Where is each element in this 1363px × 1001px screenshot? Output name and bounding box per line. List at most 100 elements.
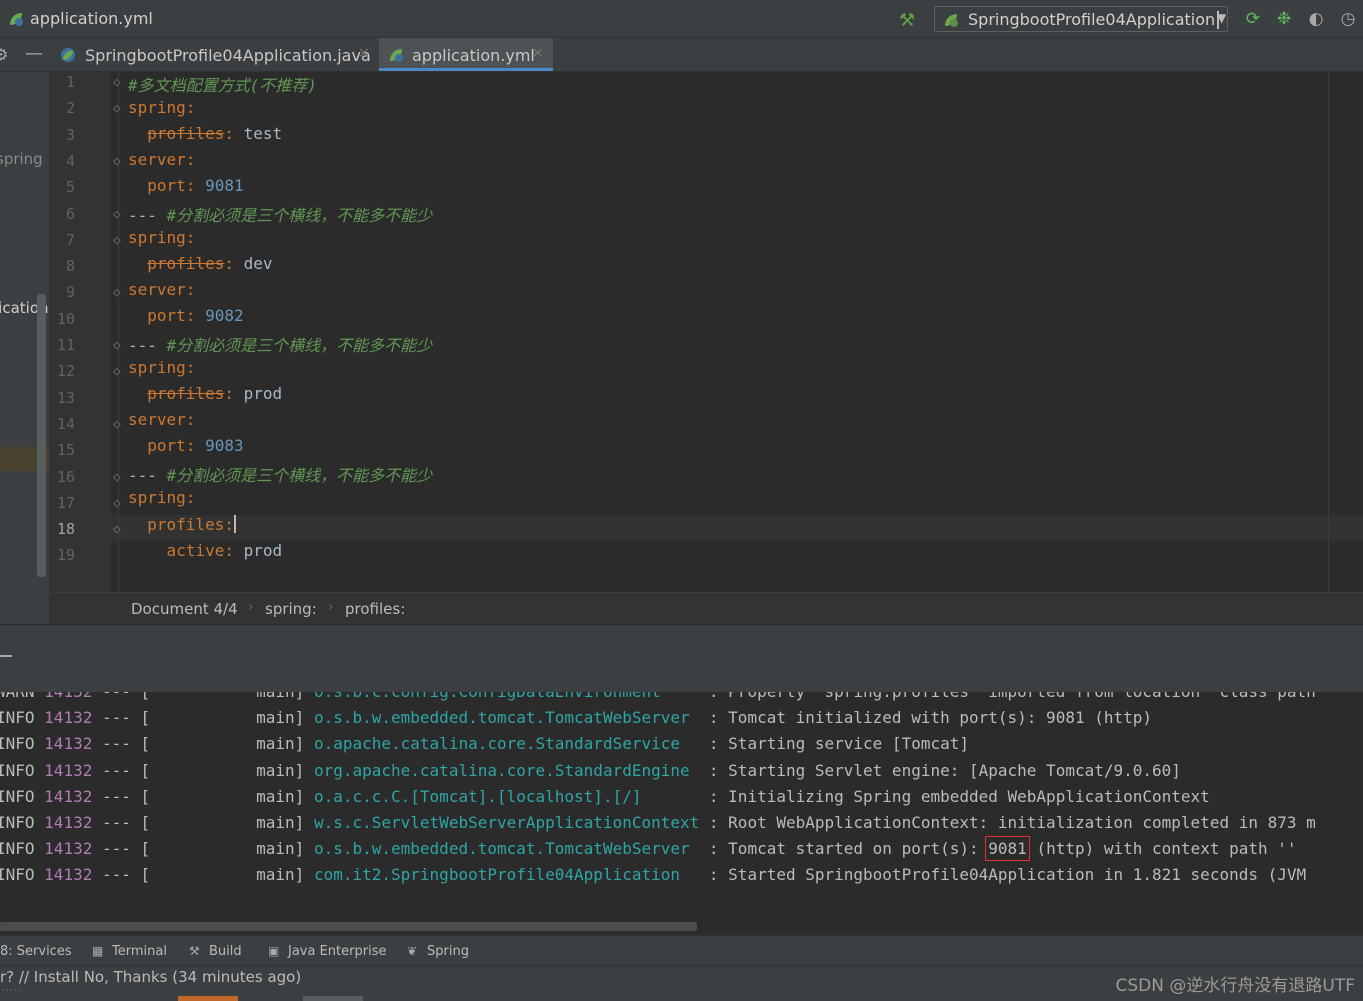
yaml-number: 9081 (205, 176, 244, 195)
logger-name[interactable]: o.s.b.w.embedded.tomcat.TomcatWebServer (314, 708, 690, 727)
coverage-icon[interactable]: ◐ (1306, 9, 1326, 29)
code-line-11: --- #分割必须是三个横线，不能多不能少 (128, 332, 432, 356)
logger-name[interactable]: o.a.c.c.C.[Tomcat].[localhost].[/] (314, 787, 642, 806)
fold-marker-icon[interactable]: ◇ (113, 233, 121, 248)
logger-name[interactable]: o.s.b.c.config.ConfigDataEnvironment (314, 692, 661, 701)
gear-icon[interactable]: ⚙ (0, 45, 8, 64)
fold-marker-icon[interactable]: ◇ (113, 154, 121, 169)
chevron-right-icon: › (328, 600, 334, 615)
breadcrumb-document[interactable]: Document 4/4 (131, 600, 238, 618)
project-tree-item[interactable]: spring (0, 150, 43, 168)
line-number: 18 (56, 520, 75, 539)
line-number: 11 (56, 336, 75, 354)
line-number: 5 (65, 178, 75, 197)
yaml-key: server (128, 150, 186, 169)
status-message[interactable]: r? // Install No, Thanks (34 minutes ago… (0, 968, 301, 986)
code-line-10: port: 9082 (147, 306, 244, 325)
logger-name[interactable]: w.s.c.ServletWebServerApplicationContext (314, 813, 699, 832)
log-message: : Tomcat initialized with port(s): 9081 … (708, 708, 1153, 728)
rerun-icon[interactable]: ⟳ (1243, 9, 1263, 29)
build-icon: ⚒ (189, 944, 200, 958)
highlighted-port: 9081 (985, 836, 1030, 862)
fold-marker-icon[interactable]: ◇ (113, 207, 121, 222)
minimize-icon[interactable]: — (25, 43, 43, 64)
tool-window-services[interactable]: 8: Services (0, 944, 72, 959)
logger-name[interactable]: o.apache.catalina.core.StandardService (314, 734, 680, 753)
line-number: 14 (56, 414, 75, 433)
process-id: 14132 (44, 786, 93, 806)
yaml-comment: #分割必须是三个横线，不能多不能少 (166, 466, 433, 485)
code-line-14: server: (128, 410, 196, 429)
code-line-16: --- #分割必须是三个横线，不能多不能少 (128, 462, 432, 486)
process-id: 14132 (44, 760, 93, 780)
thread-name: main] (256, 813, 305, 832)
tool-window-terminal[interactable]: ▦ Terminal (92, 944, 167, 959)
run-configuration-select[interactable]: SpringbootProfile04Application ▼ (934, 6, 1228, 32)
yaml-number: 9082 (205, 306, 244, 325)
tab-application-yml[interactable]: application.yml × (379, 38, 553, 71)
fold-marker-icon[interactable]: ◇ (113, 522, 121, 537)
console-horizontal-scrollbar[interactable] (0, 922, 697, 931)
log-separator: --- (101, 734, 131, 754)
fold-marker-icon[interactable]: ◇ (113, 417, 121, 432)
tool-window-spring[interactable]: ❦ Spring (407, 944, 469, 959)
fold-marker-icon[interactable]: ◇ (113, 496, 121, 511)
project-tool-window: spring lication (0, 72, 49, 624)
fold-marker-icon[interactable]: ◇ (113, 338, 121, 353)
thread-bracket: [ (141, 692, 151, 701)
log-level: INFO (0, 708, 35, 728)
debug-icon[interactable]: ❉ (1274, 9, 1294, 29)
tool-window-build[interactable]: ⚒ Build (189, 944, 242, 959)
fold-marker-icon[interactable]: ◇ (113, 101, 121, 116)
tab-springbootprofile04application-java[interactable]: SpringbootProfile04Application.java × (52, 38, 376, 71)
log-message: : Started SpringbootProfile04Application… (708, 865, 1307, 885)
code-editor[interactable]: #多文档配置方式(不推荐) spring: profiles: test ser… (49, 72, 1363, 592)
log-level: INFO (0, 760, 35, 780)
project-scrollbar[interactable] (37, 294, 46, 577)
tool-window-label: 8: Services (0, 944, 72, 959)
logger-name[interactable]: com.it2.SpringbootProfile04Application (314, 865, 680, 884)
line-number: 19 (56, 546, 75, 565)
profiler-icon[interactable]: ◷ (1338, 9, 1358, 29)
status-progress-track (303, 996, 363, 1001)
log-level: WARN (0, 692, 35, 701)
thread-bracket: [ (140, 813, 151, 832)
run-console[interactable]: WARN 14132 --- [ main] o.s.b.c.config.Co… (0, 692, 1363, 924)
window-title: application.yml (30, 9, 153, 28)
fold-marker-icon[interactable]: ◇ (113, 364, 121, 379)
run-panel-header (0, 624, 1363, 693)
log-message: : Property 'spring.profiles' imported fr… (709, 692, 1316, 701)
yaml-document-separator: --- (128, 336, 157, 355)
thread-name: main] (256, 692, 304, 701)
tool-window-java-enterprise[interactable]: ▣ Java Enterprise (268, 944, 386, 959)
tool-window-label: Build (209, 944, 242, 959)
build-hammer-icon[interactable]: ⚒ (899, 10, 915, 31)
log-level: INFO (0, 734, 35, 754)
status-progress (178, 996, 238, 1001)
console-line: INFO 14132 --- [ main] org.apache.catali… (0, 761, 1181, 780)
title-bar: application.yml ⚒ SpringbootProfile04App… (0, 0, 1363, 38)
tool-window-label: Spring (427, 944, 469, 959)
fold-marker-icon[interactable]: ◇ (113, 470, 121, 485)
log-separator: --- (101, 865, 131, 885)
hide-panel-icon[interactable] (0, 655, 12, 657)
close-icon[interactable]: × (358, 45, 370, 61)
fold-marker-icon[interactable]: ◇ (113, 285, 121, 300)
code-line-6: --- #分割必须是三个横线，不能多不能少 (128, 202, 432, 226)
console-line: INFO 14132 --- [ main] o.s.b.w.embedded.… (0, 708, 1152, 727)
breadcrumb-profiles[interactable]: profiles: (345, 600, 405, 618)
yaml-key: spring (128, 228, 186, 247)
line-number: 8 (65, 257, 75, 276)
editor-tabs-bar: ⚙ — SpringbootProfile04Application.java … (0, 38, 1363, 72)
console-line: INFO 14132 --- [ main] com.it2.Springboo… (0, 865, 1306, 884)
breadcrumb-spring[interactable]: spring: (265, 600, 317, 618)
yaml-document-separator: --- (128, 466, 157, 485)
logger-name[interactable]: o.s.b.w.embedded.tomcat.TomcatWebServer (314, 839, 690, 858)
logger-name[interactable]: org.apache.catalina.core.StandardEngine (314, 761, 690, 780)
current-line-highlight (111, 515, 1363, 541)
code-line-9: server: (128, 280, 196, 299)
close-icon[interactable]: × (532, 45, 544, 61)
line-number: 2 (65, 99, 75, 118)
line-number-gutter (49, 72, 111, 592)
fold-marker-icon[interactable]: ◇ (113, 75, 121, 90)
